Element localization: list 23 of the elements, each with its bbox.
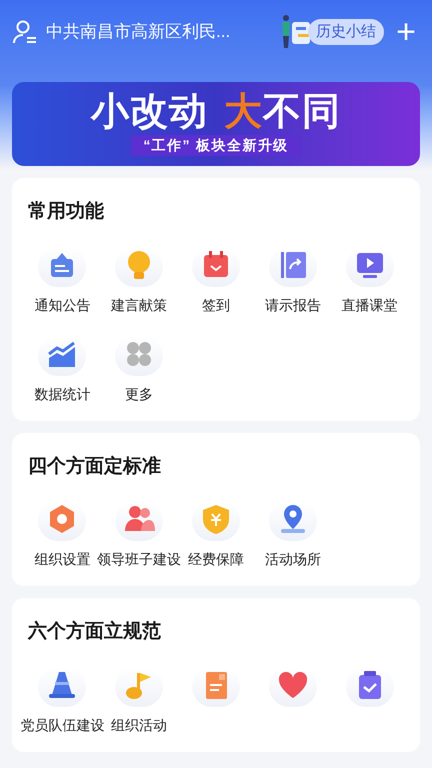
feature-label[interactable]: 通知公告 xyxy=(34,294,90,316)
feature-label[interactable]: 活动场所 xyxy=(264,549,321,570)
section-title: 常用功能 xyxy=(27,200,105,224)
feature-label[interactable]: 领导班子建设 xyxy=(97,549,182,570)
feature-label[interactable]: 建言献策 xyxy=(111,294,168,316)
feature-label[interactable]: 更多 xyxy=(125,384,154,404)
feature-label[interactable]: 请示报告 xyxy=(264,294,321,316)
add-button[interactable]: + xyxy=(392,15,420,49)
feature-label[interactable]: 组织活动 xyxy=(111,714,168,736)
feature-label[interactable]: 党员队伍建设 xyxy=(20,714,104,736)
history-summary-button[interactable]: 历史小结 xyxy=(308,18,384,46)
user-switch-icon[interactable] xyxy=(12,19,38,45)
feature-label[interactable]: 数据统计 xyxy=(34,384,90,404)
banner-title: 小改动 大不同 xyxy=(91,92,341,130)
feature-label[interactable]: 直播课堂 xyxy=(342,294,398,316)
banner[interactable]: 小改动 大不同 “工作” 板块全新升级 xyxy=(12,82,420,166)
feature-label[interactable]: 组织设置 xyxy=(34,549,90,570)
organization-name[interactable]: 中共南昌市高新区利民... xyxy=(46,19,270,45)
feature-label[interactable]: 经费保障 xyxy=(188,549,244,570)
banner-subtitle: “工作” 板块全新升级 xyxy=(131,134,301,156)
section-title: 六个方面立规范 xyxy=(26,620,162,644)
section-title: 四个方面定标准 xyxy=(27,454,162,478)
feature-label[interactable]: 签到 xyxy=(202,294,230,316)
